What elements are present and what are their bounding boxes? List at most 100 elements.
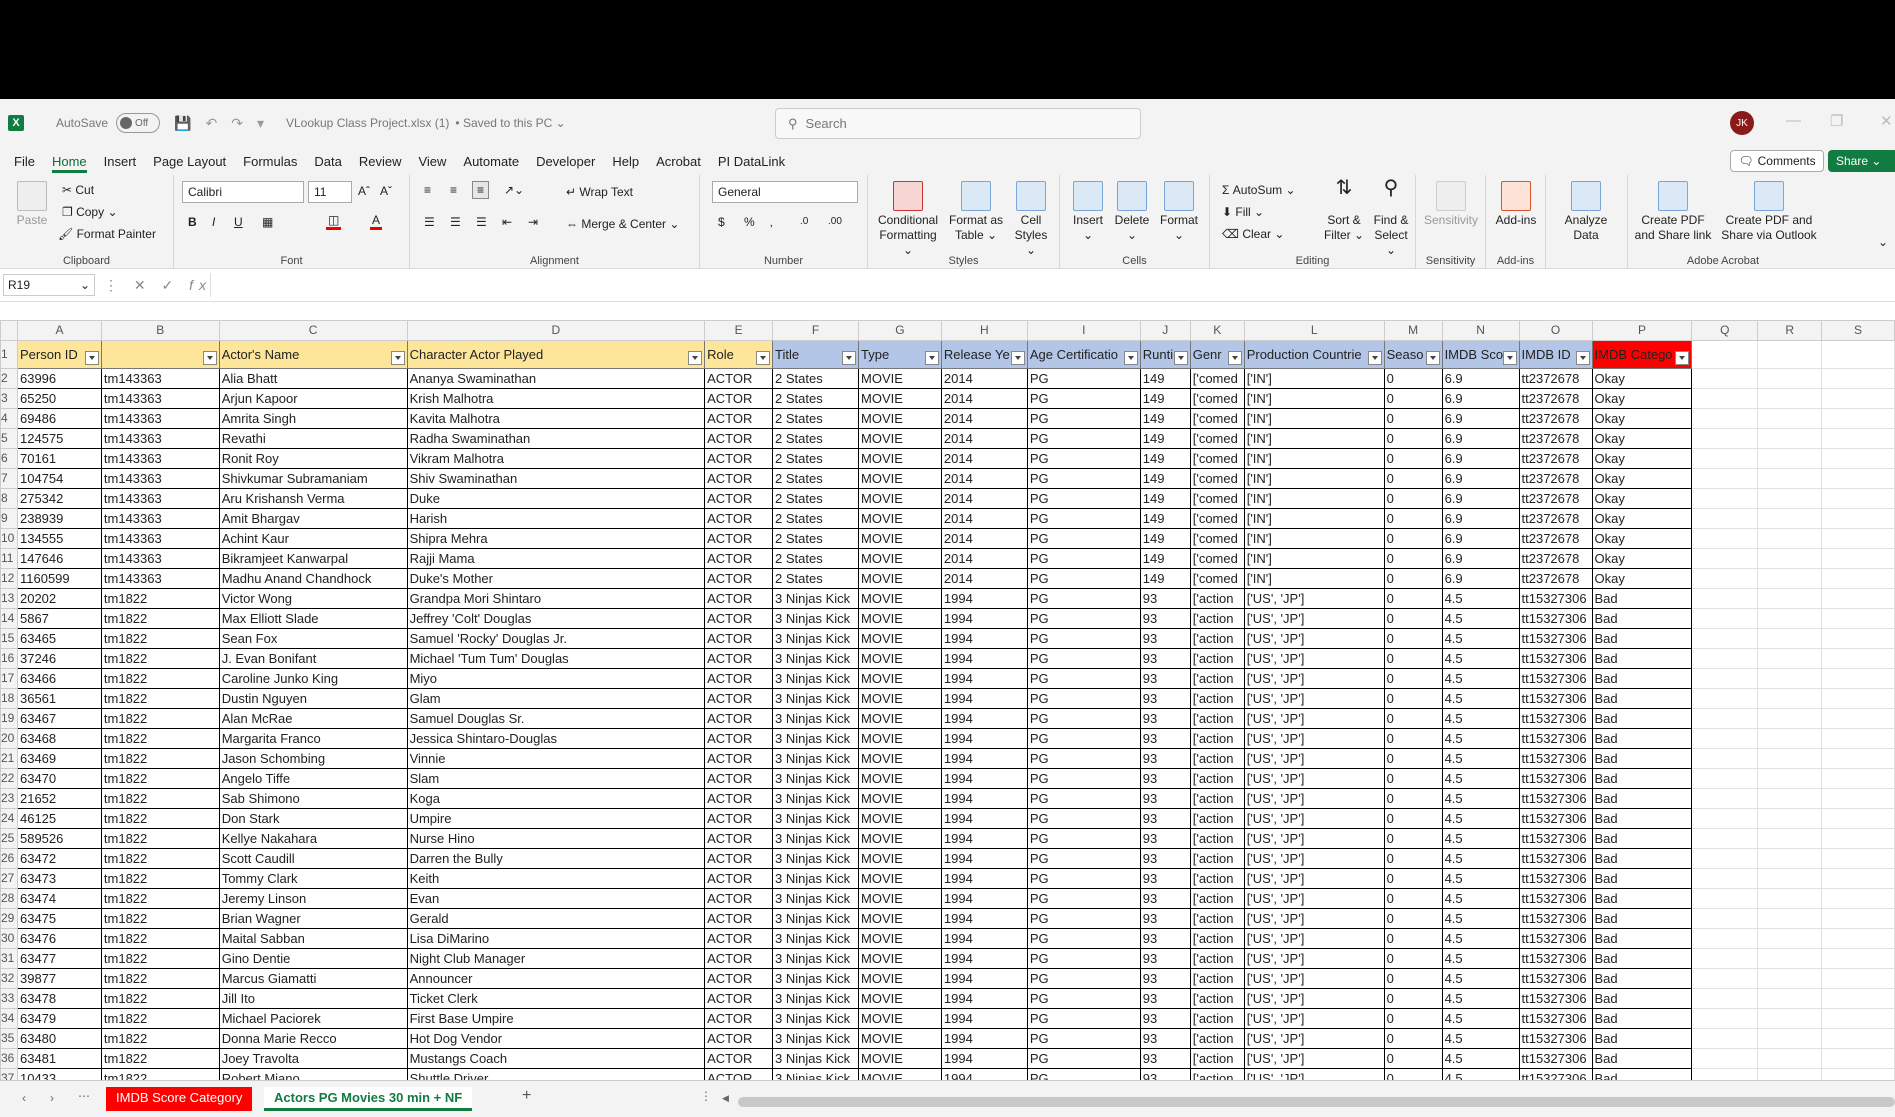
table-cell[interactable]: 3 Ninjas Kick	[772, 1068, 860, 1080]
table-cell[interactable]: tt15327306	[1518, 808, 1593, 829]
column-header[interactable]: N	[1441, 320, 1520, 341]
table-cell[interactable]: 93	[1139, 648, 1191, 669]
row-header[interactable]: 7	[0, 468, 18, 489]
table-cell[interactable]: 4.5	[1441, 928, 1520, 949]
table-cell[interactable]: 2 States	[772, 428, 860, 449]
table-cell[interactable]: PG	[1026, 948, 1141, 969]
analyze-data-button[interactable]: Analyze Data	[1556, 181, 1616, 243]
row-header[interactable]: 34	[0, 1008, 18, 1029]
table-cell[interactable]: 2014	[940, 568, 1028, 589]
file-name[interactable]: VLookup Class Project.xlsx (1)	[286, 116, 449, 130]
table-cell[interactable]: Shivkumar Subramaniam	[218, 468, 408, 489]
table-header-cell[interactable]: Role	[704, 340, 774, 369]
table-cell[interactable]: 0	[1383, 868, 1443, 889]
table-header-cell[interactable]: IMDB ID	[1518, 340, 1593, 369]
table-cell[interactable]: Miyo	[406, 668, 706, 689]
table-header-cell[interactable]: Production Countrie	[1243, 340, 1385, 369]
empty-cell[interactable]	[1821, 528, 1895, 549]
table-cell[interactable]: 1994	[940, 788, 1028, 809]
filter-dropdown-icon[interactable]	[924, 350, 939, 365]
table-cell[interactable]: Jeremy Linson	[218, 888, 408, 909]
table-cell[interactable]: Revathi	[218, 428, 408, 449]
empty-cell[interactable]	[1691, 928, 1759, 949]
currency-icon[interactable]: $	[718, 215, 725, 229]
table-cell[interactable]: 39877	[16, 968, 102, 989]
table-cell[interactable]: ACTOR	[704, 848, 774, 869]
row-header[interactable]: 12	[0, 568, 18, 589]
empty-cell[interactable]	[1757, 848, 1823, 869]
table-cell[interactable]: Nurse Hino	[406, 828, 706, 849]
table-cell[interactable]: ['US', 'JP']	[1243, 1008, 1385, 1029]
table-cell[interactable]: 65250	[16, 388, 102, 409]
table-cell[interactable]: 2 States	[772, 408, 860, 429]
table-cell[interactable]: 0	[1383, 968, 1443, 989]
table-cell[interactable]: 93	[1139, 588, 1191, 609]
table-cell[interactable]: MOVIE	[858, 828, 942, 849]
table-cell[interactable]: Donna Marie Recco	[218, 1028, 408, 1049]
table-cell[interactable]: MOVIE	[858, 728, 942, 749]
table-cell[interactable]: ['action	[1189, 668, 1245, 689]
row-header[interactable]: 19	[0, 708, 18, 729]
select-all-corner[interactable]	[0, 320, 18, 341]
table-cell[interactable]: PG	[1026, 428, 1141, 449]
table-cell[interactable]: MOVIE	[858, 1028, 942, 1049]
table-cell[interactable]: tt2372678	[1518, 568, 1593, 589]
table-cell[interactable]: MOVIE	[858, 948, 942, 969]
table-cell[interactable]: First Base Umpire	[406, 1008, 706, 1029]
table-cell[interactable]: 0	[1383, 1028, 1443, 1049]
empty-cell[interactable]	[1821, 548, 1895, 569]
table-cell[interactable]: 3 Ninjas Kick	[772, 608, 860, 629]
table-cell[interactable]: 4.5	[1441, 1008, 1520, 1029]
table-cell[interactable]: tt15327306	[1518, 708, 1593, 729]
table-cell[interactable]: 63476	[16, 928, 102, 949]
empty-cell[interactable]	[1757, 1068, 1823, 1080]
table-cell[interactable]: tm1822	[100, 688, 220, 709]
column-header[interactable]: M	[1383, 320, 1443, 341]
table-cell[interactable]: 3 Ninjas Kick	[772, 1028, 860, 1049]
table-cell[interactable]: 3 Ninjas Kick	[772, 908, 860, 929]
empty-cell[interactable]	[1691, 628, 1759, 649]
table-cell[interactable]: Okay	[1591, 508, 1693, 529]
empty-cell[interactable]	[1757, 488, 1823, 509]
empty-cell[interactable]	[1757, 728, 1823, 749]
table-cell[interactable]: Hot Dog Vendor	[406, 1028, 706, 1049]
table-cell[interactable]: tt2372678	[1518, 368, 1593, 389]
table-cell[interactable]: Bad	[1591, 928, 1693, 949]
table-cell[interactable]: tt2372678	[1518, 428, 1593, 449]
table-cell[interactable]: 63477	[16, 948, 102, 969]
table-cell[interactable]: 4.5	[1441, 788, 1520, 809]
table-cell[interactable]: 149	[1139, 508, 1191, 529]
table-cell[interactable]: 0	[1383, 368, 1443, 389]
table-cell[interactable]: 4.5	[1441, 1028, 1520, 1049]
table-cell[interactable]: ACTOR	[704, 788, 774, 809]
table-cell[interactable]: ['action	[1189, 728, 1245, 749]
table-cell[interactable]: tm1822	[100, 1028, 220, 1049]
table-cell[interactable]: Bad	[1591, 768, 1693, 789]
table-cell[interactable]: 2 States	[772, 468, 860, 489]
table-cell[interactable]: ['US', 'JP']	[1243, 1068, 1385, 1080]
table-cell[interactable]: PG	[1026, 528, 1141, 549]
table-cell[interactable]: 2014	[940, 428, 1028, 449]
empty-cell[interactable]	[1757, 628, 1823, 649]
table-cell[interactable]: 0	[1383, 408, 1443, 429]
table-cell[interactable]: MOVIE	[858, 688, 942, 709]
table-cell[interactable]: Duke	[406, 488, 706, 509]
table-cell[interactable]: Glam	[406, 688, 706, 709]
table-cell[interactable]: Okay	[1591, 448, 1693, 469]
table-cell[interactable]: 149	[1139, 548, 1191, 569]
delete-cells-button[interactable]: Delete ⌄	[1112, 181, 1152, 243]
column-header[interactable]: O	[1518, 320, 1593, 341]
filter-dropdown-icon[interactable]	[1575, 350, 1590, 365]
decrease-indent-icon[interactable]: ⇤	[502, 215, 512, 229]
empty-cell[interactable]	[1691, 1048, 1759, 1069]
table-cell[interactable]: MOVIE	[858, 808, 942, 829]
table-cell[interactable]: MOVIE	[858, 528, 942, 549]
table-cell[interactable]: PG	[1026, 668, 1141, 689]
table-cell[interactable]: 149	[1139, 428, 1191, 449]
table-cell[interactable]: MOVIE	[858, 928, 942, 949]
empty-cell[interactable]	[1691, 808, 1759, 829]
table-cell[interactable]: tt15327306	[1518, 588, 1593, 609]
table-cell[interactable]: ['action	[1189, 708, 1245, 729]
table-cell[interactable]: ['US', 'JP']	[1243, 628, 1385, 649]
borders-icon[interactable]: ▦	[262, 215, 273, 229]
